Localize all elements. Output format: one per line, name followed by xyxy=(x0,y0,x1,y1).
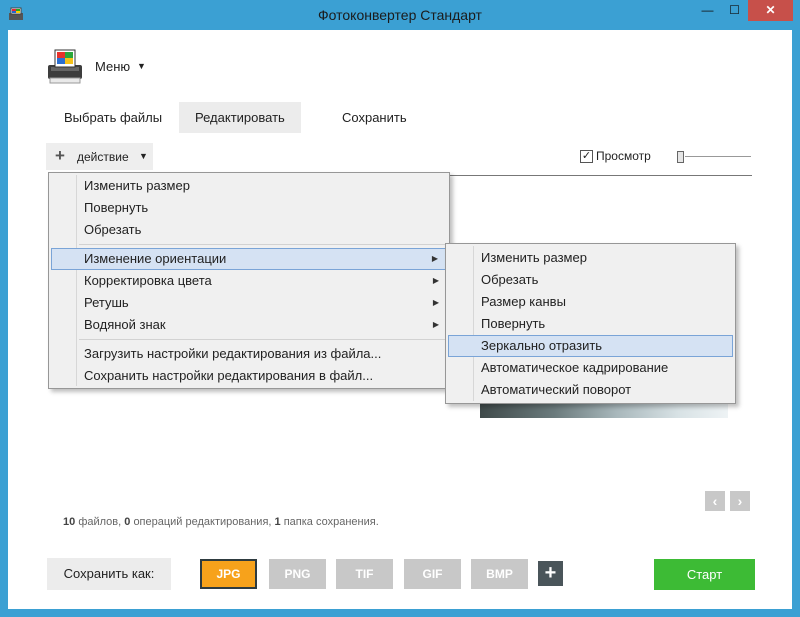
add-format-button[interactable]: + xyxy=(538,561,563,586)
chevron-left-icon[interactable]: ‹ xyxy=(705,491,725,511)
folders-text: папка сохранения. xyxy=(283,516,379,528)
preview-label: Просмотр xyxy=(596,149,651,163)
submenu-arrow-icon: ▶ xyxy=(432,298,439,307)
ops-count: 0 xyxy=(124,516,131,528)
submenu-item-mirror[interactable]: Зеркально отразить xyxy=(448,335,733,357)
app-menu-label: Меню xyxy=(95,59,131,74)
submenu-arrow-icon: ▶ xyxy=(431,254,438,263)
menu-item-load-settings[interactable]: Загрузить настройки редактирования из фа… xyxy=(51,343,447,365)
submenu-item-canvas-size[interactable]: Размер канвы xyxy=(448,291,733,313)
files-text: файлов, xyxy=(78,516,122,528)
close-button[interactable]: ✕ xyxy=(748,0,793,21)
printer-icon xyxy=(48,49,82,84)
menu-item-color-correction[interactable]: Корректировка цвета ▶ xyxy=(51,270,447,292)
caret-down-icon: ▼ xyxy=(137,61,146,71)
format-tif-button[interactable]: TIF xyxy=(336,559,393,589)
caret-down-icon: ▼ xyxy=(139,151,148,161)
window-title: Фотоконвертер Стандарт xyxy=(318,7,482,23)
menu-item-rotate[interactable]: Повернуть xyxy=(51,197,447,219)
files-count: 10 xyxy=(63,516,76,528)
zoom-slider-track[interactable] xyxy=(685,156,751,157)
zoom-slider-thumb[interactable] xyxy=(677,151,684,163)
menu-item-retouch-label: Ретушь xyxy=(84,295,129,310)
tab-select-files[interactable]: Выбрать файлы xyxy=(48,102,178,133)
submenu-item-rotate[interactable]: Повернуть xyxy=(448,313,733,335)
preview-checkbox[interactable]: ✓ xyxy=(580,150,593,163)
menu-item-orientation-label: Изменение ориентации xyxy=(84,251,227,266)
submenu-arrow-icon: ▶ xyxy=(432,276,439,285)
menu-item-retouch[interactable]: Ретушь ▶ xyxy=(51,292,447,314)
tab-edit[interactable]: Редактировать xyxy=(179,102,301,133)
action-dropdown-button[interactable]: + действие ▼ xyxy=(46,143,153,170)
format-bmp-button[interactable]: BMP xyxy=(471,559,528,589)
menu-separator xyxy=(79,339,445,340)
menu-item-color-label: Корректировка цвета xyxy=(84,273,212,288)
menu-separator xyxy=(79,244,445,245)
action-label: действие xyxy=(77,150,129,164)
menu-item-save-settings[interactable]: Сохранить настройки редактирования в фай… xyxy=(51,365,447,387)
app-window: Фотоконвертер Стандарт — ☐ ✕ Меню ▼ Выбр… xyxy=(0,0,800,617)
folders-count: 1 xyxy=(274,516,281,528)
format-gif-button[interactable]: GIF xyxy=(404,559,461,589)
submenu-item-auto-crop[interactable]: Автоматическое кадрирование xyxy=(448,357,733,379)
minimize-button[interactable]: — xyxy=(694,0,721,21)
submenu-item-auto-rotate[interactable]: Автоматический поворот xyxy=(448,379,733,401)
submenu-item-crop[interactable]: Обрезать xyxy=(448,269,733,291)
submenu-arrow-icon: ▶ xyxy=(432,320,439,329)
format-jpg-button[interactable]: JPG xyxy=(200,559,257,589)
status-text: 10 файлов, 0 операций редактирования, 1 … xyxy=(63,516,379,528)
menu-item-resize[interactable]: Изменить размер xyxy=(51,175,447,197)
menu-item-orientation[interactable]: Изменение ориентации ▶ xyxy=(51,248,447,270)
tab-save[interactable]: Сохранить xyxy=(326,102,423,133)
menu-item-watermark-label: Водяной знак xyxy=(84,317,166,332)
submenu-item-resize[interactable]: Изменить размер xyxy=(448,247,733,269)
format-png-button[interactable]: PNG xyxy=(269,559,326,589)
ops-text: операций редактирования, xyxy=(133,516,272,528)
save-as-label: Сохранить как: xyxy=(47,558,171,590)
start-button[interactable]: Старт xyxy=(654,559,755,590)
main-content: Меню ▼ Выбрать файлы Редактировать Сохра… xyxy=(8,30,792,609)
title-bar[interactable]: Фотоконвертер Стандарт — ☐ ✕ xyxy=(0,0,800,30)
orientation-submenu: Изменить размер Обрезать Размер канвы По… xyxy=(445,243,736,404)
plus-icon: + xyxy=(55,146,65,165)
maximize-button[interactable]: ☐ xyxy=(721,0,748,21)
menu-item-crop[interactable]: Обрезать xyxy=(51,219,447,241)
menu-item-watermark[interactable]: Водяной знак ▶ xyxy=(51,314,447,336)
chevron-right-icon[interactable]: › xyxy=(730,491,750,511)
action-menu: Изменить размер Повернуть Обрезать Измен… xyxy=(48,172,450,389)
